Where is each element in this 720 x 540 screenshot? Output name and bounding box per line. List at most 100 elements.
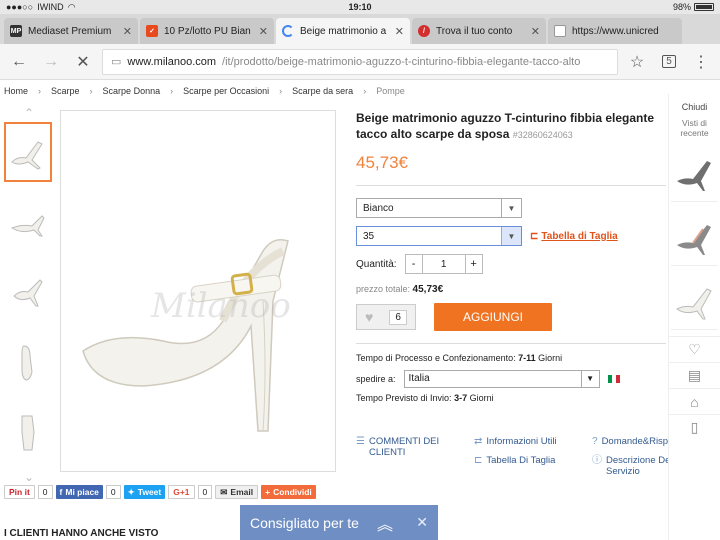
- breadcrumb-scarpe-donna[interactable]: Scarpe Donna: [103, 86, 161, 96]
- share-button[interactable]: + Condividi: [261, 485, 316, 499]
- recent-item-1[interactable]: [671, 144, 718, 202]
- tab-title: https://www.unicred: [572, 25, 659, 37]
- divider: [356, 185, 666, 186]
- heart-icon[interactable]: ♡: [669, 336, 720, 362]
- no-entry-favicon-icon: /: [418, 25, 430, 37]
- watermark: Milanoo: [151, 286, 291, 326]
- ticket-icon[interactable]: ▤: [669, 362, 720, 388]
- back-arrow-icon[interactable]: ←: [6, 49, 32, 75]
- recent-item-3[interactable]: [671, 272, 718, 330]
- facebook-icon: f: [59, 487, 63, 497]
- recommended-bar[interactable]: Consigliato per te ︽ ✕: [240, 505, 438, 540]
- tab-trova-conto[interactable]: / Trova il tuo conto ✕: [412, 18, 546, 44]
- total-value: 45,73€: [412, 284, 444, 295]
- breadcrumb-separator: ›: [38, 86, 42, 96]
- tab-title: Mediaset Premium: [28, 25, 112, 37]
- link-label: COMMENTI DEI CLIENTI: [368, 436, 440, 458]
- size-chart-link[interactable]: ⊏ Tabella di Taglia: [530, 231, 618, 242]
- breadcrumb-separator: ›: [279, 86, 283, 96]
- link-label: Informazioni Utili: [486, 436, 557, 447]
- heart-icon: ♥: [365, 309, 374, 325]
- page-icon: ▭: [111, 56, 122, 68]
- recent-item-2[interactable]: [671, 208, 718, 266]
- product-info: Beige matrimonio aguzzo T-cinturino fibb…: [356, 110, 676, 404]
- tab-unicredit[interactable]: https://www.unicred: [548, 18, 682, 44]
- wishlist-button[interactable]: ♥ 6: [356, 304, 416, 330]
- pinterest-button[interactable]: Pin it: [4, 485, 35, 499]
- close-icon[interactable]: ✕: [531, 25, 540, 38]
- close-icon[interactable]: ✕: [259, 25, 268, 38]
- fb-count: 0: [105, 485, 121, 499]
- product-price: 45,73€: [356, 153, 408, 172]
- info-icon: ⓘ: [592, 455, 602, 466]
- double-chevron-up-icon[interactable]: ︽: [377, 511, 393, 535]
- thumbnail-5[interactable]: [4, 402, 52, 462]
- product-title-line2: tacco alto scarpe da sposa: [356, 127, 510, 141]
- country-select[interactable]: Italia ▼: [403, 370, 600, 388]
- loading-spinner-icon: [282, 25, 294, 37]
- address-bar[interactable]: ▭ www.milanoo.com/it/prodotto/beige-matr…: [102, 48, 618, 75]
- breadcrumb-scarpe[interactable]: Scarpe: [51, 86, 80, 96]
- gplus-button[interactable]: G+1: [168, 485, 195, 499]
- processing-unit: Giorni: [538, 353, 563, 363]
- size-icon: ⊏: [474, 455, 483, 466]
- chevron-up-icon[interactable]: ⌃: [4, 107, 54, 119]
- close-icon[interactable]: ✕: [416, 514, 428, 531]
- delivery-value: 3-7: [454, 393, 468, 403]
- tab-count: 5: [662, 55, 676, 68]
- mediaset-favicon-icon: MP: [10, 25, 22, 37]
- tab-count-button[interactable]: 5: [656, 49, 682, 75]
- thumbnail-1[interactable]: [4, 122, 52, 182]
- close-panel-button[interactable]: Chiudi: [669, 102, 720, 112]
- breadcrumb-home[interactable]: Home: [4, 86, 28, 96]
- link-useful-info[interactable]: ⇄ Informazioni Utili: [474, 436, 592, 447]
- processing-value: 7-11: [518, 353, 536, 363]
- size-select[interactable]: 35 ▼: [356, 226, 522, 246]
- minus-button[interactable]: -: [406, 255, 422, 273]
- tab-bar: MP Mediaset Premium ✕ ✓ 10 Pz/lotto PU B…: [0, 14, 720, 44]
- breadcrumb-separator: ›: [170, 86, 174, 96]
- phone-icon[interactable]: ▯: [669, 414, 720, 440]
- product-main-image[interactable]: Milanoo: [60, 110, 336, 472]
- tab-beige-matrimonio[interactable]: Beige matrimonio a ✕: [276, 18, 410, 44]
- url-host: www.milanoo.com: [127, 55, 217, 68]
- italy-flag-icon: [607, 375, 620, 383]
- quantity-input[interactable]: 1: [421, 255, 466, 273]
- thumbnail-3[interactable]: [4, 262, 52, 322]
- plus-button[interactable]: +: [466, 255, 482, 273]
- tab-mediaset[interactable]: MP Mediaset Premium ✕: [4, 18, 138, 44]
- breadcrumb-separator: ›: [363, 86, 367, 96]
- close-icon[interactable]: ✕: [395, 25, 404, 38]
- thumbnail-2[interactable]: [4, 192, 52, 252]
- quantity-stepper: - 1 +: [404, 254, 483, 274]
- tweet-button[interactable]: ✦ Tweet: [123, 485, 166, 499]
- breadcrumb-separator: ›: [89, 86, 93, 96]
- email-button[interactable]: ✉ Email: [215, 485, 259, 499]
- question-icon: ?: [592, 436, 598, 447]
- close-icon[interactable]: ✕: [123, 25, 132, 38]
- stop-icon[interactable]: ✕: [70, 49, 96, 75]
- link-size-chart[interactable]: ⊏ Tabella Di Taglia: [474, 455, 592, 477]
- star-icon[interactable]: ☆: [624, 49, 650, 75]
- thumbnail-strip: ⌃ ⌄: [4, 107, 54, 483]
- size-chart-label: Tabella di Taglia: [541, 230, 618, 242]
- breadcrumb-sera[interactable]: Scarpe da sera: [292, 86, 353, 96]
- add-to-cart-button[interactable]: AGGIUNGI: [434, 303, 552, 331]
- ship-label: spedire a:: [356, 374, 396, 384]
- recommended-label: Consigliato per te: [250, 514, 359, 531]
- caret-down-icon: ▼: [501, 227, 521, 245]
- color-select[interactable]: Bianco ▼: [356, 198, 522, 218]
- thumbnail-4[interactable]: [4, 332, 52, 392]
- forward-arrow-icon[interactable]: →: [38, 49, 64, 75]
- processing-time: Tempo di Processo e Confezionamento: 7-1…: [356, 352, 676, 364]
- tab-pu-bian[interactable]: ✓ 10 Pz/lotto PU Bian ✕: [140, 18, 274, 44]
- gift-icon[interactable]: ⌂: [669, 388, 720, 414]
- total-price: prezzo totale: 45,73€: [356, 284, 676, 295]
- chevron-down-icon[interactable]: ⌄: [4, 471, 54, 483]
- menu-icon[interactable]: ⋮: [688, 49, 714, 75]
- breadcrumb-occasioni[interactable]: Scarpe per Occasioni: [183, 86, 269, 96]
- total-label: prezzo totale:: [356, 284, 411, 294]
- facebook-like-button[interactable]: f Mi piace: [55, 485, 103, 499]
- checkmark-favicon-icon: ✓: [146, 25, 158, 37]
- link-comments[interactable]: ☰ COMMENTI DEI CLIENTI: [356, 436, 474, 477]
